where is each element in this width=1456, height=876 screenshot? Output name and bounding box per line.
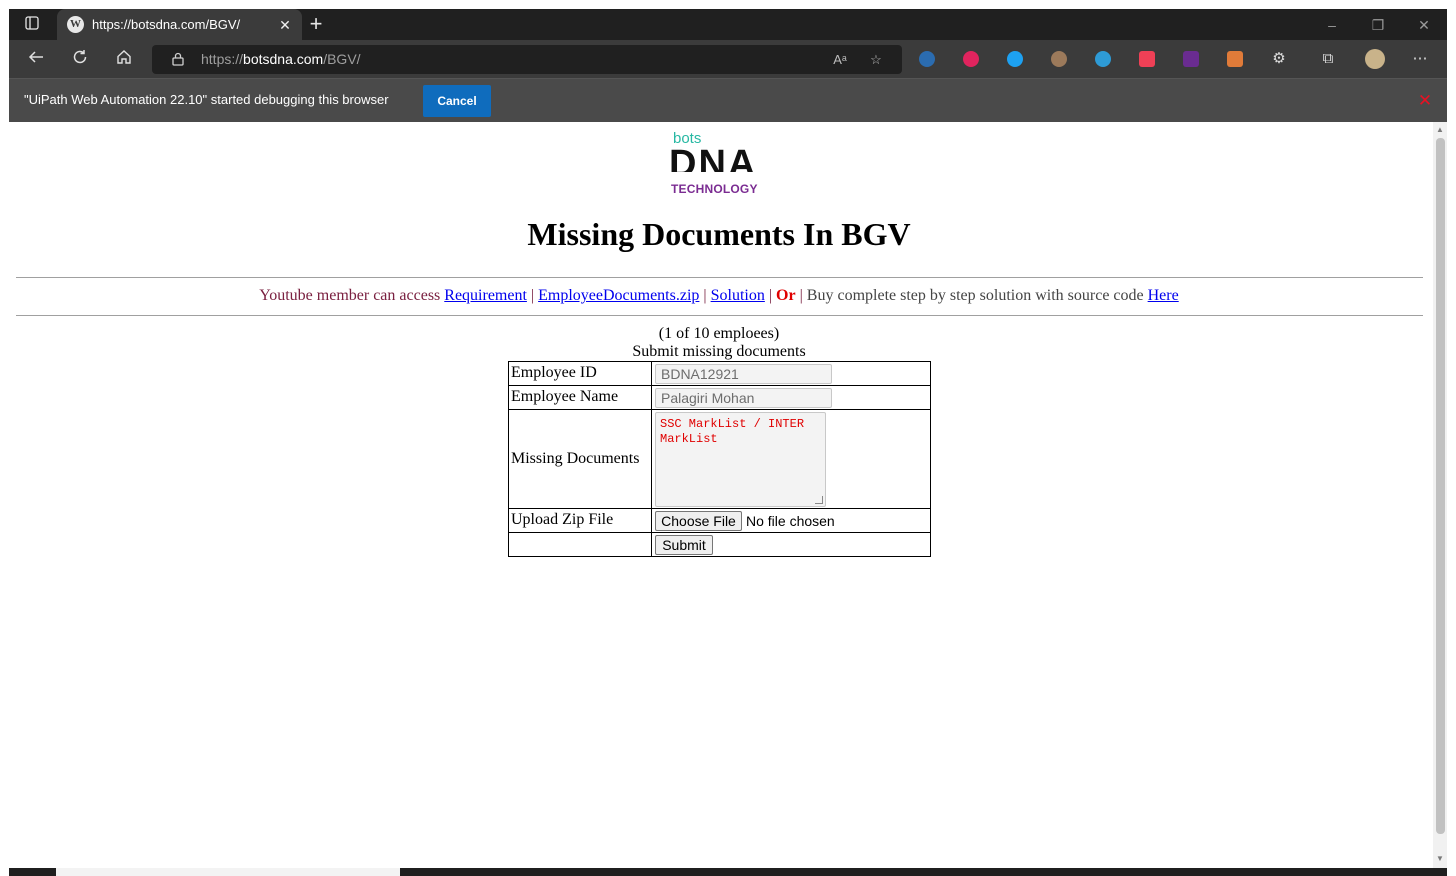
employee-counter: (1 of 10 emploees) <box>658 325 780 342</box>
row-employee-id: Employee ID BDNA12921 <box>509 362 930 386</box>
read-aloud-icon[interactable]: Aᵃ <box>830 50 850 70</box>
employee-documents-link[interactable]: EmployeeDocuments.zip <box>538 287 699 304</box>
tab-active[interactable]: W https://botsdna.com/BGV/ ✕ <box>57 9 302 40</box>
botsdna-logo: bots DNA TECHNOLOGY <box>669 130 769 196</box>
new-tab-icon[interactable]: + <box>304 12 328 36</box>
resource-links-bar: Youtube member can access Requirement | … <box>9 287 1429 305</box>
form-subtitle: Submit missing documents <box>632 343 806 360</box>
os-taskbar <box>9 868 1447 876</box>
debug-infobar: "UiPath Web Automation 22.10" started de… <box>9 78 1447 122</box>
upload-cell: Choose File No file chosen <box>653 509 930 532</box>
profile-avatar[interactable] <box>1365 49 1385 69</box>
separator: | <box>703 287 707 304</box>
missing-documents-cell: SSC MarkList / INTER MarkList <box>653 410 930 508</box>
divider-bottom <box>16 315 1423 316</box>
employee-id-cell: BDNA12921 <box>653 362 930 385</box>
extension-1-icon[interactable] <box>919 51 935 67</box>
close-window-icon[interactable]: ✕ <box>1413 15 1435 35</box>
page-viewport: bots DNA TECHNOLOGY Missing Documents In… <box>9 122 1447 868</box>
more-menu-icon[interactable]: ⋯ <box>1409 48 1431 70</box>
upload-label: Upload Zip File <box>509 509 652 532</box>
browser-toolbar: https://botsdna.com/BGV/ Aᵃ ☆ ⚙ ⧉ ⋯ <box>9 40 1447 78</box>
missing-documents-label: Missing Documents <box>509 410 652 508</box>
close-tab-icon[interactable]: ✕ <box>275 15 295 35</box>
here-link[interactable]: Here <box>1148 287 1179 304</box>
scroll-down-icon[interactable]: ▼ <box>1435 854 1445 864</box>
row-employee-name: Employee Name Palagiri Mohan <box>509 386 930 410</box>
url-text[interactable]: https://botsdna.com/BGV/ <box>201 51 361 67</box>
choose-file-button[interactable]: Choose File <box>655 511 742 531</box>
linkbar-prefix: Youtube member can access <box>259 287 445 304</box>
bgv-form-table: Employee ID BDNA12921 Employee Name Pala… <box>508 361 931 557</box>
tab-strip: W https://botsdna.com/BGV/ ✕ + – ❐ ✕ <box>9 9 1447 40</box>
separator: | <box>768 287 773 304</box>
address-bar[interactable]: https://botsdna.com/BGV/ Aᵃ ☆ <box>152 45 902 74</box>
extensions-puzzle-icon[interactable]: ⚙ <box>1268 48 1290 70</box>
extension-5-icon[interactable] <box>1095 51 1111 67</box>
logo-dna-text: DNA <box>669 144 758 172</box>
home-icon[interactable] <box>113 48 135 70</box>
infobar-message: "UiPath Web Automation 22.10" started de… <box>24 92 389 107</box>
scroll-thumb[interactable] <box>1436 138 1445 834</box>
wordpress-icon: W <box>67 16 84 33</box>
page-title: Missing Documents In BGV <box>527 216 911 252</box>
taskbar-search-box[interactable] <box>56 868 400 876</box>
restore-icon[interactable]: ❐ <box>1367 15 1389 35</box>
or-label: Or <box>776 287 796 304</box>
close-infobar-icon[interactable]: ✕ <box>1415 91 1435 111</box>
browser-window: W https://botsdna.com/BGV/ ✕ + – ❐ ✕ htt… <box>9 9 1447 122</box>
extension-7-icon[interactable] <box>1183 51 1199 67</box>
lock-icon[interactable] <box>172 52 184 66</box>
refresh-icon[interactable] <box>69 48 91 70</box>
file-status-text: No file chosen <box>746 513 835 529</box>
resize-grip-icon[interactable] <box>815 496 823 504</box>
tab-actions-icon[interactable] <box>22 15 42 35</box>
row-missing-documents: Missing Documents SSC MarkList / INTER M… <box>509 410 930 509</box>
buy-text: Buy complete step by step solution with … <box>802 287 1148 304</box>
solution-link[interactable]: Solution <box>711 287 765 304</box>
employee-name-label: Employee Name <box>509 386 652 409</box>
minimize-icon[interactable]: – <box>1321 15 1343 35</box>
favorite-star-icon[interactable]: ☆ <box>866 50 886 70</box>
back-icon[interactable] <box>25 48 47 70</box>
employee-id-input[interactable]: BDNA12921 <box>655 364 832 384</box>
row-submit: Submit <box>509 533 930 556</box>
missing-documents-textarea[interactable]: SSC MarkList / INTER MarkList <box>655 412 826 507</box>
collections-icon[interactable]: ⧉ <box>1317 48 1339 70</box>
scroll-up-icon[interactable]: ▲ <box>1435 125 1445 135</box>
submit-cell: Submit <box>653 533 930 556</box>
submit-button[interactable]: Submit <box>655 535 713 555</box>
divider-top <box>16 277 1423 278</box>
row-upload: Upload Zip File Choose File No file chos… <box>509 509 930 533</box>
extension-4-icon[interactable] <box>1051 51 1067 67</box>
vertical-scrollbar[interactable]: ▲ ▼ <box>1433 122 1447 868</box>
extension-3-icon[interactable] <box>1007 51 1023 67</box>
requirement-link[interactable]: Requirement <box>444 287 527 304</box>
employee-name-input[interactable]: Palagiri Mohan <box>655 388 832 408</box>
employee-id-label: Employee ID <box>509 362 652 385</box>
employee-name-cell: Palagiri Mohan <box>653 386 930 409</box>
missing-documents-text: SSC MarkList / INTER MarkList <box>660 417 812 446</box>
tab-title: https://botsdna.com/BGV/ <box>92 17 241 32</box>
empty-label-cell <box>509 533 652 556</box>
pocket-icon[interactable] <box>1139 51 1155 67</box>
separator: | <box>530 287 535 304</box>
extension-8-icon[interactable] <box>1227 51 1243 67</box>
cancel-button[interactable]: Cancel <box>423 85 491 117</box>
logo-technology-text: TECHNOLOGY <box>671 182 758 196</box>
extension-2-icon[interactable] <box>963 51 979 67</box>
